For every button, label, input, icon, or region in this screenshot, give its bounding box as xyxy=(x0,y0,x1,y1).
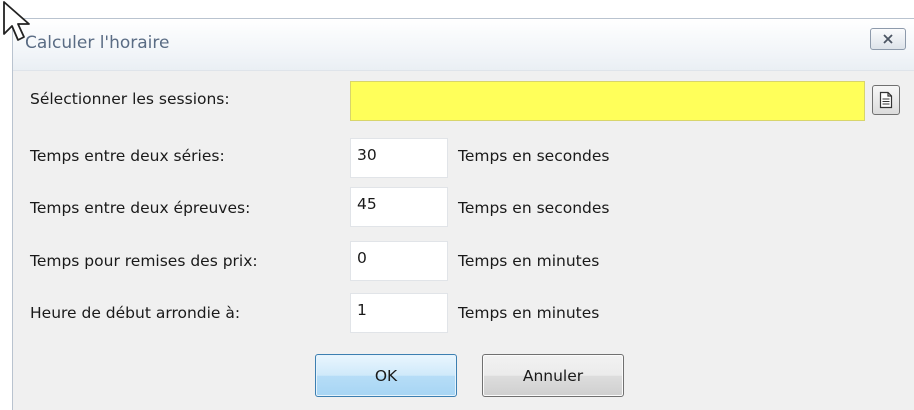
start-time-rounding-unit: Temps en minutes xyxy=(458,304,600,322)
time-between-events-input[interactable]: 45 xyxy=(350,187,448,227)
cancel-button[interactable]: Annuler xyxy=(482,354,624,397)
browse-sessions-button[interactable] xyxy=(872,85,900,115)
screen: Calculer l'horaire Sélectionner les sess… xyxy=(0,0,914,410)
time-between-events-label: Temps entre deux épreuves: xyxy=(30,199,251,217)
document-icon xyxy=(879,91,893,109)
dialog-title: Calculer l'horaire xyxy=(25,33,170,53)
dialog-body: Sélectionner les sessions: Temps entre d… xyxy=(13,71,914,410)
time-between-heats-unit: Temps en secondes xyxy=(458,147,610,165)
time-between-heats-input[interactable]: 30 xyxy=(350,138,448,178)
time-between-heats-label: Temps entre deux séries: xyxy=(30,147,225,165)
title-bar[interactable]: Calculer l'horaire xyxy=(13,19,914,71)
start-time-rounding-input[interactable]: 1 xyxy=(350,293,448,333)
close-icon xyxy=(883,34,893,44)
ok-button[interactable]: OK xyxy=(315,354,457,397)
sessions-field[interactable] xyxy=(350,81,865,121)
start-time-rounding-label: Heure de début arrondie à: xyxy=(30,304,241,322)
award-ceremony-time-unit: Temps en minutes xyxy=(458,252,600,270)
time-between-events-unit: Temps en secondes xyxy=(458,199,610,217)
award-ceremony-time-label: Temps pour remises des prix: xyxy=(30,252,258,270)
close-button[interactable] xyxy=(870,28,906,50)
sessions-label: Sélectionner les sessions: xyxy=(30,90,230,108)
mouse-cursor-icon xyxy=(3,1,30,41)
calculate-schedule-dialog: Calculer l'horaire Sélectionner les sess… xyxy=(12,18,914,410)
award-ceremony-time-input[interactable]: 0 xyxy=(350,241,448,281)
